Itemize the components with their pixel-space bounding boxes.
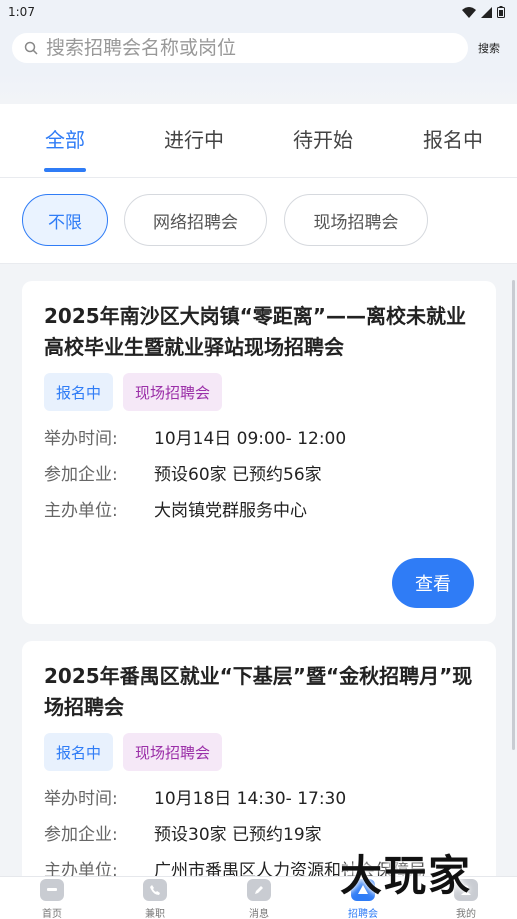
phone-icon bbox=[143, 879, 167, 901]
info-value: 10月18日 14:30- 17:30 bbox=[154, 789, 347, 809]
tab-active-indicator bbox=[44, 168, 86, 172]
home-icon bbox=[40, 879, 64, 901]
nav-label: 消息 bbox=[249, 909, 269, 919]
status-tabs: 全部 进行中 待开始 报名中 bbox=[0, 104, 517, 178]
jobfair-card[interactable]: 2025年南沙区大岗镇“零距离”——离校未就业高校毕业生暨就业驿站现场招聘会 报… bbox=[22, 281, 496, 624]
search-icon bbox=[24, 41, 38, 55]
info-label: 举办时间: bbox=[44, 789, 118, 809]
status-time: 1:07 bbox=[8, 5, 35, 19]
nav-item-home[interactable]: 首页 bbox=[12, 877, 92, 919]
search-button[interactable]: 搜索 bbox=[478, 40, 500, 56]
jobfair-badges: 报名中 现场招聘会 bbox=[44, 373, 474, 411]
jobfair-title: 2025年番禺区就业“下基层”暨“金秋招聘月”现场招聘会 bbox=[44, 664, 473, 719]
jobfair-info: 举办时间: 10月14日 09:00- 12:00 参加企业: 预设60家 已预… bbox=[44, 421, 474, 529]
info-label: 参加企业: bbox=[44, 825, 118, 845]
tab-registering[interactable]: 报名中 bbox=[403, 124, 503, 153]
status-bar: 1:07 bbox=[0, 0, 517, 24]
view-button[interactable]: 查看 bbox=[392, 558, 474, 608]
nav-label: 兼职 bbox=[145, 909, 165, 919]
scrollbar[interactable] bbox=[512, 280, 515, 750]
wifi-icon bbox=[462, 6, 476, 18]
status-badge: 报名中 bbox=[44, 733, 114, 771]
nav-label: 我的 bbox=[456, 909, 476, 919]
chip-onsite-fair[interactable]: 现场招聘会 bbox=[284, 194, 428, 246]
signal-icon bbox=[481, 6, 492, 18]
type-badge: 现场招聘会 bbox=[123, 733, 223, 771]
info-value: 预设30家 已预约19家 bbox=[154, 825, 322, 845]
chip-online-fair[interactable]: 网络招聘会 bbox=[124, 194, 267, 246]
info-row-companies: 参加企业: 预设60家 已预约56家 bbox=[44, 457, 474, 493]
nav-item-parttime[interactable]: 兼职 bbox=[115, 877, 195, 919]
jobfair-badges: 报名中 现场招聘会 bbox=[44, 733, 474, 771]
info-value: 预设60家 已预约56家 bbox=[154, 465, 322, 485]
info-label: 举办时间: bbox=[44, 429, 118, 449]
tab-all[interactable]: 全部 bbox=[15, 124, 115, 153]
info-row-time: 举办时间: 10月14日 09:00- 12:00 bbox=[44, 421, 474, 457]
pencil-icon bbox=[247, 879, 271, 901]
search-input[interactable] bbox=[46, 37, 446, 59]
search-header: 搜索 bbox=[0, 24, 517, 72]
nav-label: 招聘会 bbox=[348, 909, 378, 919]
info-value: 大岗镇党群服务中心 bbox=[154, 501, 307, 521]
nav-label: 首页 bbox=[42, 909, 62, 919]
battery-icon bbox=[497, 6, 505, 18]
header-gradient bbox=[0, 72, 517, 104]
info-label: 参加企业: bbox=[44, 465, 118, 485]
tab-ongoing[interactable]: 进行中 bbox=[144, 124, 244, 153]
chip-unlimited[interactable]: 不限 bbox=[22, 194, 108, 246]
search-box[interactable] bbox=[12, 33, 468, 63]
info-row-time: 举办时间: 10月18日 14:30- 17:30 bbox=[44, 781, 474, 817]
info-label: 主办单位: bbox=[44, 501, 118, 521]
status-icons bbox=[462, 6, 505, 18]
watermark: 大玩家 bbox=[340, 851, 473, 900]
info-value: 10月14日 09:00- 12:00 bbox=[154, 429, 347, 449]
status-badge: 报名中 bbox=[44, 373, 114, 411]
type-filter: 不限 网络招聘会 现场招聘会 bbox=[0, 178, 517, 264]
jobfair-title: 2025年南沙区大岗镇“零距离”——离校未就业高校毕业生暨就业驿站现场招聘会 bbox=[44, 304, 466, 359]
info-row-organizer: 主办单位: 大岗镇党群服务中心 bbox=[44, 493, 474, 529]
type-badge: 现场招聘会 bbox=[123, 373, 223, 411]
nav-item-messages[interactable]: 消息 bbox=[219, 877, 299, 919]
tab-upcoming[interactable]: 待开始 bbox=[273, 124, 373, 153]
